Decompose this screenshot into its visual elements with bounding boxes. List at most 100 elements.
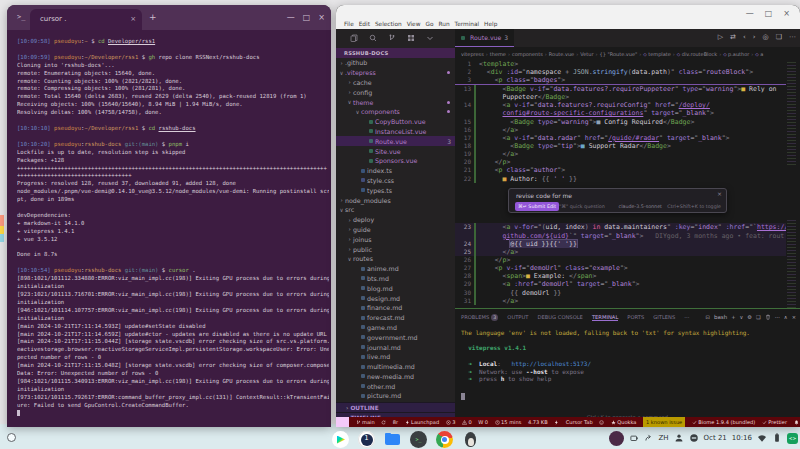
explorer-item-route-vue[interactable]: Route.vue3 — [336, 136, 455, 146]
explorer-item-copybutton-vue[interactable]: CopyButton.vue — [336, 117, 455, 127]
status-item-quokka[interactable]: Quokka — [611, 419, 637, 425]
menu-file[interactable]: File — [344, 21, 354, 27]
explorer-item-style-css[interactable]: style.css — [336, 176, 455, 186]
vscode-close-button[interactable]: × — [783, 9, 790, 18]
menu-terminal[interactable]: Terminal — [455, 21, 480, 27]
explorer-section-header[interactable]: RSSHUB-DOCS — [336, 48, 455, 58]
more-actions-icon[interactable]: ⋯ — [789, 33, 796, 41]
menu-run[interactable]: Run — [438, 21, 449, 27]
minimap[interactable] — [786, 60, 800, 308]
run-icon[interactable]: ▷ — [718, 33, 723, 41]
status-item[interactable] — [381, 420, 386, 425]
explorer-item-theme[interactable]: ∨theme — [336, 97, 455, 107]
explorer-item--vitepress[interactable]: ∨.vitepress — [336, 68, 455, 78]
explorer-item-cache[interactable]: ›cache — [336, 78, 455, 88]
submit-edit-button[interactable]: ⌘↵ Submit Edit — [515, 202, 559, 211]
menu-help[interactable]: Help — [484, 21, 497, 27]
breadcrumb-item[interactable]: Vetur — [580, 51, 593, 57]
widget-close-icon[interactable]: × — [717, 190, 722, 197]
status-item-biome-1-9-4-bundled-[interactable]: Biome 1.9.4 (bundled) — [692, 419, 756, 425]
panel-close-icon[interactable]: × — [792, 314, 796, 320]
status-item-launchpad[interactable]: Launchpad — [405, 419, 440, 425]
sidebar-section-outline[interactable]: › OUTLINE — [336, 402, 455, 412]
status-item-prettier[interactable]: Prettier — [762, 419, 787, 425]
explorer-item-other-md[interactable]: other.md — [336, 381, 455, 391]
status-item[interactable] — [794, 420, 799, 425]
shelf-app-chrome[interactable] — [436, 431, 453, 448]
breadcrumb-item[interactable]: vitepress — [461, 51, 484, 57]
status-item-8r[interactable]: 8r — [393, 419, 398, 425]
widget-input[interactable]: revise code for me — [516, 192, 572, 199]
settings-gear-icon[interactable]: ⚙ — [747, 314, 752, 320]
explorer-item-guide[interactable]: ›guide — [336, 225, 455, 235]
explorer-item-types-ts[interactable]: types.ts — [336, 185, 455, 195]
launcher-button[interactable] — [7, 433, 16, 442]
breadcrumb-item[interactable]: Route.vue — [549, 51, 574, 57]
menu-selection[interactable]: Selection — [375, 21, 402, 27]
tray-date[interactable]: Oct 21 — [704, 434, 727, 442]
panel-terminal-output[interactable]: The language 'env' is not loaded, fallin… — [461, 329, 791, 383]
terminal-tab-close-icon[interactable]: × — [130, 9, 136, 30]
terminal-new-tab-button[interactable]: + — [149, 5, 157, 30]
explorer-item-deploy[interactable]: ›deploy — [336, 215, 455, 225]
vscode-statusbar[interactable]: main8rLaunchpad30W 015 mins4.73 KBCursor… — [336, 417, 800, 427]
breadcrumb-item[interactable]: ◇ template — [643, 51, 670, 57]
explorer-item-public[interactable]: ›public — [336, 244, 455, 254]
ime-indicator[interactable]: ZH — [659, 434, 669, 442]
explorer-item--github[interactable]: ›.github — [336, 58, 455, 68]
panel-action-icons[interactable]: ⊡ bash + ∨ ⚙ ❏ ⋯ ∧ × — [706, 311, 796, 323]
status-item[interactable] — [336, 417, 349, 427]
explorer-item-game-md[interactable]: game.md — [336, 323, 455, 333]
explorer-item-live-md[interactable]: live.md — [336, 352, 455, 362]
forward-icon[interactable]: › — [753, 33, 756, 41]
panel-tabs-more-icon[interactable]: ⋯ — [684, 314, 689, 320]
explorer-item-bts-md[interactable]: bts.md — [336, 274, 455, 284]
widget-model-label[interactable]: claude-3.5-sonnet — [619, 204, 662, 209]
terminal-maximize-button[interactable]: □ — [303, 5, 311, 30]
editor-action-icons[interactable]: ▷ ⇄ ‹ › ◎ ❏ ⋯ — [718, 33, 796, 41]
explorer-item-blog-md[interactable]: blog.md — [336, 283, 455, 293]
status-item-cursor-tab[interactable]: Cursor Tab — [566, 419, 593, 425]
explorer-item-components[interactable]: ∨components — [336, 107, 455, 117]
breadcrumb[interactable]: vitepress›theme›components›Route.vue›Vet… — [461, 47, 797, 60]
shelf-app-1password[interactable] — [358, 431, 375, 448]
terminal-output[interactable]: [10:09:58] pseudoyu:~ $ cd Developer/rss… — [17, 38, 329, 424]
breadcrumb-item[interactable]: components — [512, 51, 543, 57]
menu-edit[interactable]: Edit — [359, 21, 370, 27]
panel-tabs[interactable]: PROBLEMS 3OUTPUTDEBUG CONSOLETERMINALPOR… — [461, 311, 689, 323]
terminal-tab[interactable]: cursor . × — [30, 9, 142, 30]
explorer-item-picture-md[interactable]: picture.md — [336, 391, 455, 401]
explorer-item-node-modules[interactable]: ›node_modules — [336, 195, 455, 205]
explorer-item-instancelist-vue[interactable]: InstanceList.vue — [336, 127, 455, 137]
status-item-15-mins[interactable]: 15 mins — [495, 419, 522, 425]
avatar[interactable] — [609, 431, 624, 446]
shelf-app-files[interactable] — [384, 431, 401, 448]
breadcrumb-item[interactable]: ◇ a — [755, 51, 763, 57]
panel-tab-problems[interactable]: PROBLEMS 3 — [461, 314, 498, 321]
explorer-item-index-ts[interactable]: index.ts — [336, 166, 455, 176]
shelf-app-linux-penguin[interactable] — [462, 431, 479, 448]
status-item[interactable] — [599, 420, 604, 425]
panel-tab-gitlens[interactable]: GITLENS — [653, 314, 675, 320]
panel-maximize-icon[interactable]: ∧ — [784, 314, 788, 320]
breadcrumb-item[interactable]: {} "Route.vue" — [599, 51, 637, 57]
explorer-item-config[interactable]: ›config — [336, 87, 455, 97]
new-terminal-icon[interactable]: + — [731, 314, 735, 320]
shelf-app-play-store[interactable] — [332, 431, 349, 448]
explorer-item-joinus[interactable]: ›joinus — [336, 234, 455, 244]
panel-tab-ports[interactable]: PORTS — [627, 314, 644, 320]
status-item-1-known-issue[interactable]: 1 known issue — [643, 417, 685, 427]
vscode-maximize-button[interactable]: □ — [765, 9, 773, 18]
menu-view[interactable]: View — [407, 21, 421, 27]
explorer-item-design-md[interactable]: design.md — [336, 293, 455, 303]
breadcrumb-item[interactable]: ◇ div.routeBlock — [677, 51, 717, 57]
explorer-item-multimedia-md[interactable]: multimedia.md — [336, 362, 455, 372]
vscode-titlebar[interactable]: FileEditSelectionViewGoRunTerminalHelp —… — [336, 5, 800, 29]
explorer-item-journal-md[interactable]: journal.md — [336, 342, 455, 352]
status-item-3[interactable]: 3 — [446, 419, 456, 425]
run-circle-icon[interactable]: ◎ — [763, 33, 769, 41]
explorer-item-finance-md[interactable]: finance.md — [336, 303, 455, 313]
code-app-badge[interactable]: <> — [787, 433, 798, 444]
terminal-close-button[interactable]: × — [318, 5, 325, 30]
menu-go[interactable]: Go — [425, 21, 433, 27]
